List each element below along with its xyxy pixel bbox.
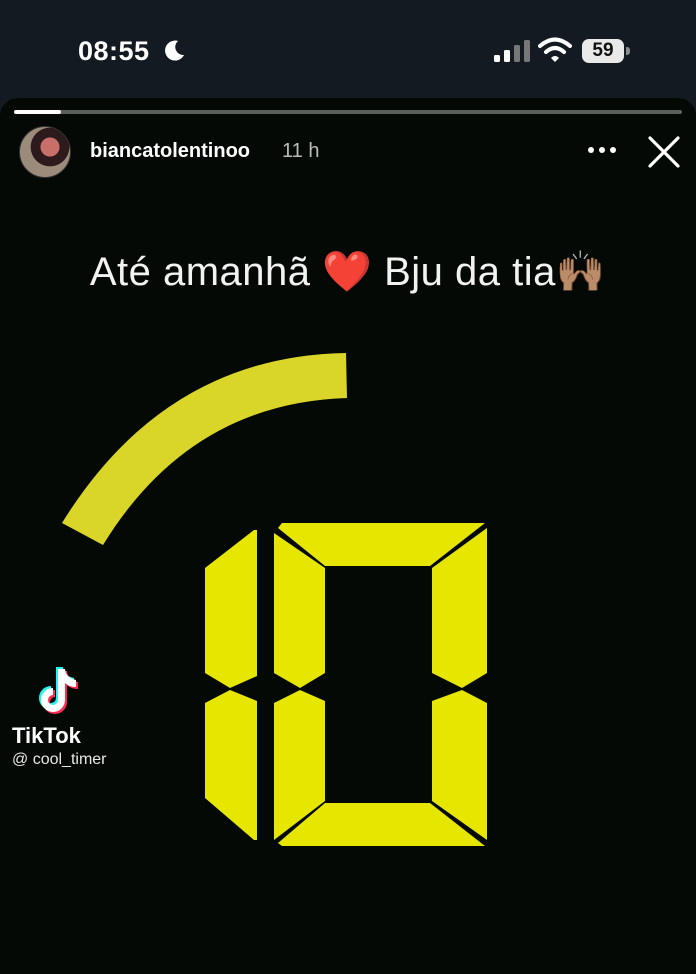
tiktok-watermark: TikTok @ cool_timer [12, 665, 152, 775]
battery-tip [626, 47, 630, 55]
status-bar: 08:55 59 [0, 0, 696, 100]
clock: 08:55 [78, 36, 150, 66]
tiktok-logo-icon [39, 667, 78, 714]
tiktok-brand: TikTok [12, 723, 81, 748]
battery-icon: 59 [582, 39, 630, 63]
countdown-timer [62, 353, 487, 846]
story-viewer[interactable]: biancatolentinoo 11 h Até amanhã ❤️ Bju … [0, 98, 696, 974]
moon-icon [165, 40, 184, 61]
digit-one-upper [205, 530, 257, 688]
signal-icon [494, 40, 530, 62]
tiktok-handle: @ cool_timer [12, 751, 107, 768]
countdown-arc [62, 353, 347, 545]
battery-level: 59 [582, 39, 624, 63]
digit-one-lower [205, 690, 257, 840]
wifi-icon [538, 37, 572, 62]
